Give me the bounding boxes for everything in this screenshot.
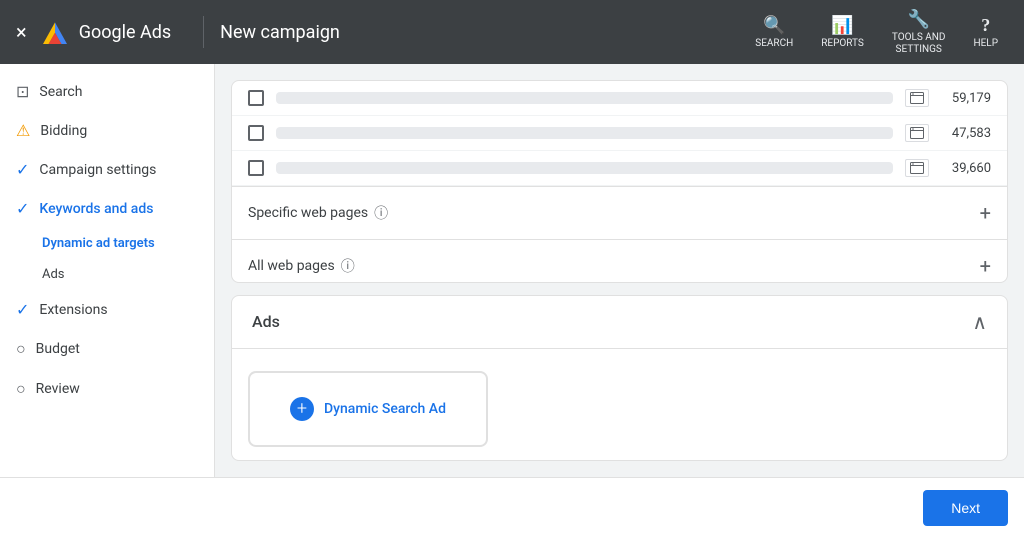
dynamic-search-ad-button[interactable]: + Dynamic Search Ad: [248, 371, 488, 447]
row-img-icon-3: [905, 159, 929, 177]
help-action-btn[interactable]: ? HELP: [963, 9, 1008, 55]
circle-icon-review: ○: [16, 379, 26, 399]
chevron-up-icon[interactable]: ∧: [972, 310, 987, 334]
search-action-btn[interactable]: 🔍 SEARCH: [745, 9, 803, 55]
row-checkbox-2[interactable]: [248, 125, 264, 141]
specific-web-pages-label: Specific web pages ⓘ: [248, 203, 972, 223]
sidebar-sub-ads-label: Ads: [42, 267, 65, 282]
ads-card-body: + Dynamic Search Ad: [232, 349, 1007, 461]
row-text-3: [276, 162, 893, 174]
app-header: × Google Ads New campaign 🔍 SEARCH 📊 REP…: [0, 0, 1024, 64]
warning-icon: ⚠: [16, 121, 30, 140]
sidebar-item-review[interactable]: ○ Review: [0, 369, 214, 409]
header-actions: 🔍 SEARCH 📊 REPORTS 🔧 TOOLS ANDSETTINGS ?…: [745, 3, 1008, 62]
next-button[interactable]: Next: [923, 490, 1008, 526]
main-content: 59,179 47,583 39,660: [215, 64, 1024, 477]
row-checkbox-1[interactable]: [248, 90, 264, 106]
dynamic-ad-targets-label: Dynamic ad targets: [42, 236, 155, 251]
check-icon-campaign: ✓: [16, 160, 29, 179]
row-text-2: [276, 127, 893, 139]
row-num-3: 39,660: [941, 161, 991, 176]
sidebar-sub-item-ads[interactable]: Ads: [0, 259, 214, 290]
sidebar-item-search-label: Search: [39, 84, 82, 100]
row-num-1: 59,179: [941, 91, 991, 106]
help-icon: ?: [981, 15, 990, 36]
row-img-icon-2: [905, 124, 929, 142]
sidebar-item-extensions-label: Extensions: [39, 302, 107, 318]
circle-icon-budget: ○: [16, 339, 26, 359]
tools-action-btn[interactable]: 🔧 TOOLS ANDSETTINGS: [882, 3, 956, 62]
main-layout: ⊡ Search ⚠ Bidding ✓ Campaign settings ✓…: [0, 64, 1024, 477]
ads-card: Ads ∧ + Dynamic Search Ad: [231, 295, 1008, 461]
sidebar-item-extensions[interactable]: ✓ Extensions: [0, 290, 214, 329]
footer: Next: [0, 477, 1024, 538]
specific-web-pages-row[interactable]: Specific web pages ⓘ +: [232, 186, 1007, 239]
header-divider: [203, 16, 204, 48]
ads-section-title: Ads: [252, 312, 972, 331]
app-logo: Google Ads: [39, 16, 171, 48]
check-icon-keywords: ✓: [16, 199, 29, 218]
google-ads-logo-icon: [39, 16, 71, 48]
table-row: 47,583: [232, 116, 1007, 151]
row-checkbox-3[interactable]: [248, 160, 264, 176]
sidebar-sub-item-dynamic-ad-targets[interactable]: Dynamic ad targets: [0, 228, 214, 259]
sidebar-item-bidding[interactable]: ⚠ Bidding: [0, 111, 214, 150]
table-card: 59,179 47,583 39,660: [231, 80, 1008, 283]
page-title: New campaign: [220, 22, 745, 43]
row-img-icon-1: [905, 89, 929, 107]
reports-action-label: REPORTS: [821, 38, 864, 49]
add-specific-pages-icon[interactable]: +: [980, 201, 991, 225]
row-num-2: 47,583: [941, 126, 991, 141]
sidebar-item-search[interactable]: ⊡ Search: [0, 72, 214, 111]
close-button[interactable]: ×: [16, 20, 27, 44]
check-icon-extensions: ✓: [16, 300, 29, 319]
sidebar-item-budget[interactable]: ○ Budget: [0, 329, 214, 369]
search-icon: 🔍: [763, 15, 785, 36]
sidebar-item-keywords-and-ads[interactable]: ✓ Keywords and ads: [0, 189, 214, 228]
add-all-pages-icon[interactable]: +: [980, 254, 991, 278]
help-action-label: HELP: [973, 38, 998, 49]
sidebar-item-keywords-label: Keywords and ads: [39, 201, 153, 217]
dynamic-search-ad-label: Dynamic Search Ad: [324, 401, 446, 417]
table-row: 39,660: [232, 151, 1007, 186]
sidebar-item-bidding-label: Bidding: [40, 123, 87, 139]
sidebar-item-review-label: Review: [36, 381, 80, 397]
sidebar-item-budget-label: Budget: [36, 341, 80, 357]
tools-icon: 🔧: [907, 9, 929, 30]
sidebar-item-campaign-settings-label: Campaign settings: [39, 162, 156, 178]
ads-card-header: Ads ∧: [232, 296, 1007, 349]
help-circle-icon: ⓘ: [374, 203, 388, 223]
plus-icon: +: [290, 397, 314, 421]
logo-text: Google Ads: [79, 22, 171, 43]
search-sidebar-icon: ⊡: [16, 82, 29, 101]
sidebar-item-campaign-settings[interactable]: ✓ Campaign settings: [0, 150, 214, 189]
tools-action-label: TOOLS ANDSETTINGS: [892, 32, 946, 56]
reports-action-btn[interactable]: 📊 REPORTS: [811, 9, 874, 55]
search-action-label: SEARCH: [755, 38, 793, 49]
sidebar: ⊡ Search ⚠ Bidding ✓ Campaign settings ✓…: [0, 64, 215, 477]
all-web-pages-row[interactable]: All web pages ⓘ +: [232, 239, 1007, 283]
table-row: 59,179: [232, 81, 1007, 116]
all-web-pages-label: All web pages ⓘ: [248, 256, 972, 276]
help-circle-icon-2: ⓘ: [341, 256, 355, 276]
row-text-1: [276, 92, 893, 104]
reports-icon: 📊: [831, 15, 853, 36]
